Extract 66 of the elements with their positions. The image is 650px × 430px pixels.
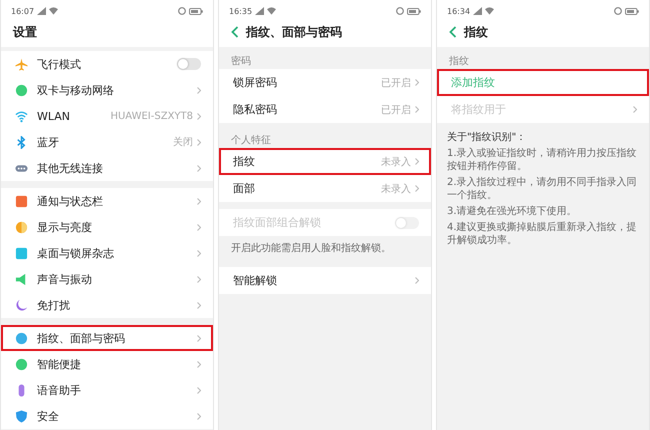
settings-row[interactable]: 指纹、面部与密码 bbox=[1, 325, 213, 351]
chevron-icon bbox=[197, 164, 201, 172]
row-value: 未录入 bbox=[381, 156, 411, 168]
toggle-switch[interactable] bbox=[177, 58, 201, 70]
notification-icon bbox=[15, 194, 28, 208]
wifi-icon bbox=[485, 7, 494, 15]
half-circle-icon bbox=[15, 220, 28, 234]
shield-icon bbox=[15, 410, 28, 422]
signal-icon bbox=[473, 7, 482, 15]
picture-icon bbox=[15, 246, 28, 260]
wifi-icon bbox=[49, 7, 58, 15]
about-line: 4.建议更换或撕掉贴膜后重新录入指纹，提升解锁成功率。 bbox=[447, 221, 638, 247]
about-line: 1.录入或验证指纹时，请稍许用力按压指纹按钮并稍作停留。 bbox=[447, 147, 638, 173]
about-line: 3.请避免在强光环境下使用。 bbox=[447, 205, 578, 218]
about-title: 关于"指纹识别"： bbox=[447, 130, 528, 144]
screen-title: 指纹 bbox=[464, 24, 488, 40]
chevron-icon bbox=[415, 79, 419, 86]
section-header: 指纹 bbox=[448, 54, 470, 69]
chevron-icon bbox=[197, 224, 201, 230]
settings-row[interactable]: 隐私密码 已开启 bbox=[219, 96, 431, 123]
settings-row[interactable]: 智能解锁 bbox=[219, 267, 431, 294]
wifi-icon bbox=[15, 110, 28, 122]
chevron-icon bbox=[197, 276, 201, 282]
speaker-icon bbox=[15, 272, 28, 286]
about-line: 2.录入指纹过程中，请勿用不同手指录入同一个指纹。 bbox=[447, 176, 638, 202]
back-icon[interactable] bbox=[231, 26, 239, 38]
chevron-icon bbox=[197, 86, 201, 94]
chevron-icon bbox=[415, 158, 419, 165]
chevron-icon bbox=[415, 277, 419, 284]
row-value: 已开启 bbox=[381, 104, 411, 116]
screen-title: 指纹、面部与密码 bbox=[246, 24, 342, 40]
chevron-icon bbox=[197, 360, 201, 368]
row-value: 关闭 bbox=[173, 136, 193, 149]
settings-row[interactable]: 指纹 未录入 bbox=[219, 148, 431, 175]
battery-icon bbox=[407, 8, 421, 14]
screen-title: 设置 bbox=[13, 24, 37, 40]
wifi-icon bbox=[267, 7, 276, 15]
signal-icon bbox=[37, 7, 46, 15]
signal-icon bbox=[255, 7, 264, 15]
moon-icon bbox=[15, 298, 28, 312]
row-value: 未录入 bbox=[381, 182, 411, 196]
settings-row[interactable]: 面部 未录入 bbox=[219, 175, 431, 202]
chevron-icon bbox=[197, 198, 201, 204]
section-header: 密码 bbox=[230, 54, 252, 69]
status-time: 16:34 bbox=[447, 6, 470, 16]
row-value: HUAWEI-SZXYT8 bbox=[110, 110, 193, 122]
back-icon[interactable] bbox=[449, 26, 457, 38]
bluetooth-icon bbox=[15, 136, 28, 148]
section-header: 个人特征 bbox=[230, 134, 272, 148]
chevron-icon bbox=[197, 334, 201, 342]
battery-icon bbox=[189, 8, 203, 14]
row-value: 已开启 bbox=[381, 76, 411, 90]
chevron-icon bbox=[197, 250, 201, 256]
chevron-icon bbox=[197, 412, 201, 420]
chevron-icon bbox=[415, 185, 419, 192]
battery-icon bbox=[625, 8, 639, 14]
status-time: 16:07 bbox=[11, 6, 34, 16]
chevron-icon bbox=[197, 138, 201, 146]
chevron-icon bbox=[197, 112, 201, 120]
airplane-icon bbox=[15, 58, 28, 70]
chevron-icon bbox=[197, 302, 201, 308]
chevron-icon bbox=[633, 106, 637, 113]
chevron-icon bbox=[415, 106, 419, 113]
chevron-icon bbox=[197, 386, 201, 394]
settings-row[interactable]: 锁屏密码 已开启 bbox=[219, 69, 431, 96]
status-time: 16:35 bbox=[229, 6, 252, 16]
